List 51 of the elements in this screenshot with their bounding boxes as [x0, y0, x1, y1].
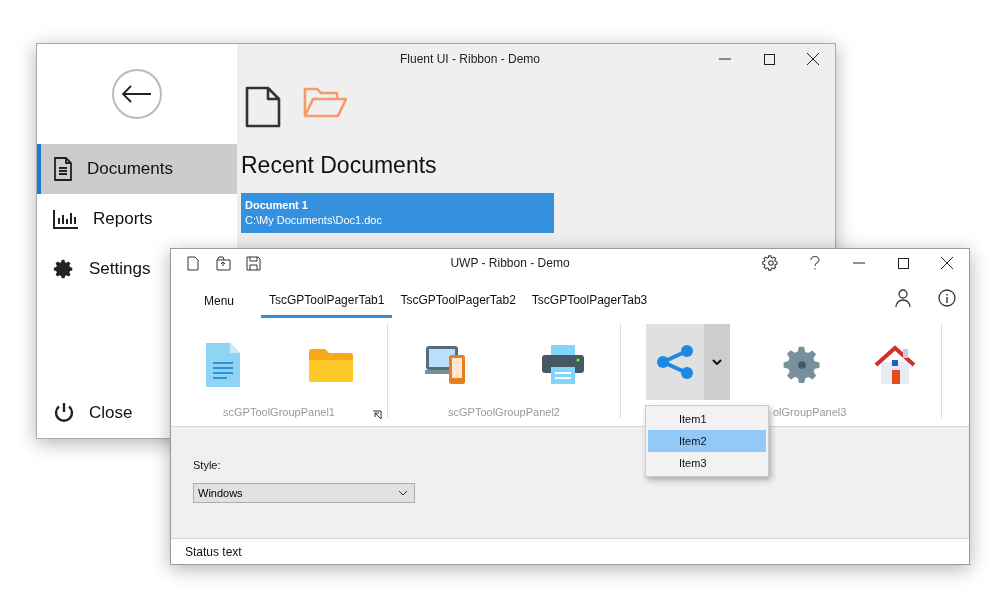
back-button[interactable]: [112, 69, 162, 119]
close-icon: [941, 257, 953, 269]
share-icon: [655, 345, 696, 379]
menu-item[interactable]: Item3: [648, 452, 766, 474]
window-title: UWP - Ribbon - Demo: [449, 256, 571, 270]
ribbon-tab[interactable]: TscGPToolPagerTab1: [261, 284, 393, 318]
house-button[interactable]: [873, 345, 916, 385]
bar-chart-icon: [53, 209, 79, 229]
maximize-icon: [763, 53, 775, 65]
settings-icon: [762, 254, 780, 272]
minimize-icon: [719, 58, 731, 60]
style-dropdown[interactable]: Windows: [193, 483, 415, 503]
document-icon: [53, 157, 73, 181]
new-file-icon: [187, 255, 199, 271]
info-icon: [938, 289, 956, 307]
close-item[interactable]: Close: [37, 388, 141, 438]
back-arrow-icon: [122, 85, 152, 103]
group-label: scGPToolGroupPanel1: [223, 406, 335, 418]
new-document-icon[interactable]: [245, 86, 281, 128]
help-icon: [810, 256, 820, 270]
printer-button[interactable]: [541, 345, 584, 385]
open-file-icon: [215, 255, 231, 271]
sidebar-item[interactable]: Reports: [37, 194, 161, 244]
gear-button[interactable]: [781, 344, 823, 386]
section-heading: Recent Documents: [240, 151, 438, 179]
minimize-icon: [853, 262, 865, 264]
user-icon: [895, 289, 911, 307]
open-file-button[interactable]: [213, 253, 233, 273]
dialog-launcher-button[interactable]: [371, 408, 383, 420]
group-label: scGPToolGroupPanel2: [448, 406, 560, 418]
chevron-down-icon: [712, 359, 723, 365]
menu-item[interactable]: Item2: [648, 430, 766, 452]
chevron-down-icon: [398, 490, 408, 496]
save-icon: [245, 255, 261, 271]
menu-item[interactable]: Item1: [648, 408, 766, 430]
close-icon: [807, 53, 819, 65]
style-label: Style:: [193, 459, 221, 471]
status-text: Status text: [184, 543, 243, 561]
sidebar-item[interactable]: Settings: [37, 244, 159, 294]
ribbon-tab[interactable]: TscGPToolPagerTab2: [392, 284, 524, 318]
window-title: Fluent UI - Ribbon - Demo: [398, 52, 542, 66]
group-label: olGroupPanel3: [773, 406, 847, 418]
ribbon-tab[interactable]: TscGPToolPagerTab3: [523, 284, 656, 318]
menu-button[interactable]: Menu: [191, 284, 248, 318]
power-icon: [53, 402, 75, 424]
sidebar-item[interactable]: Documents: [37, 144, 237, 194]
share-button[interactable]: [646, 324, 705, 400]
maximize-icon: [897, 257, 909, 269]
settings-icon: [53, 258, 75, 280]
save-button[interactable]: [243, 253, 263, 273]
document-button[interactable]: [205, 343, 240, 387]
